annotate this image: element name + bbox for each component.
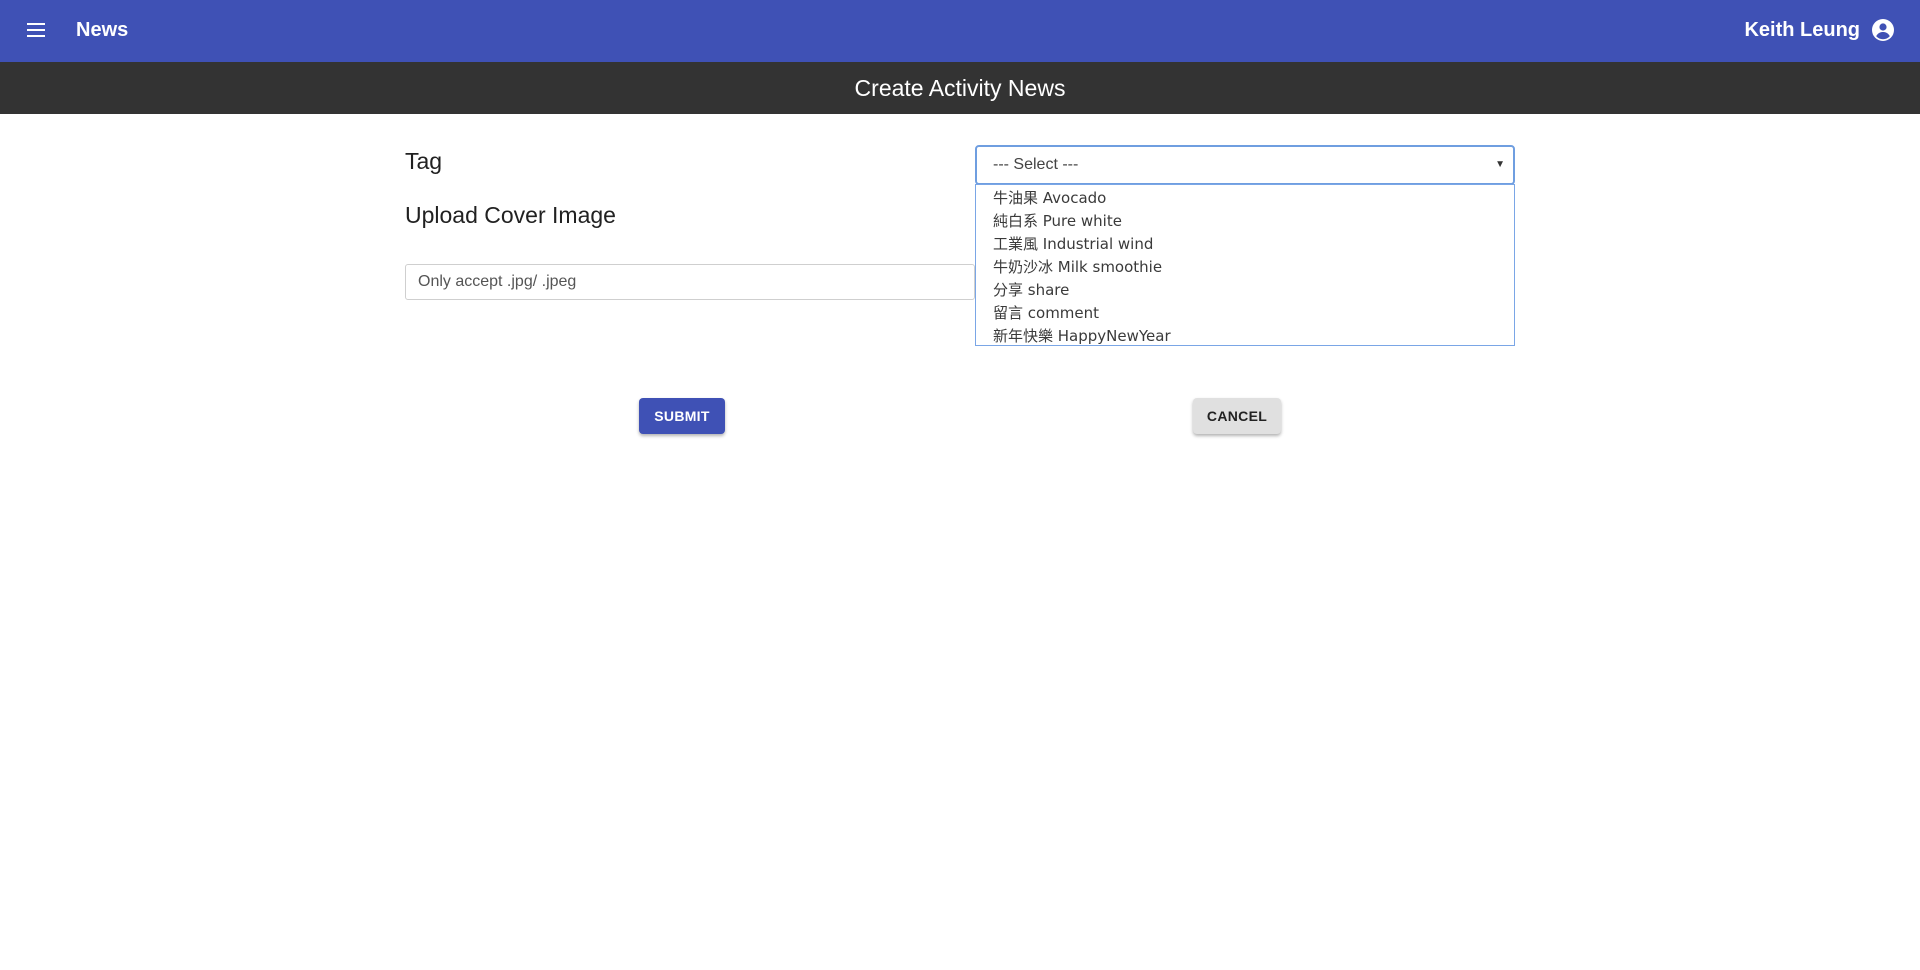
tag-option-pure-white[interactable]: 純白系 Pure white bbox=[976, 210, 1514, 233]
tag-option-comment[interactable]: 留言 comment bbox=[976, 302, 1514, 325]
menu-icon bbox=[27, 23, 45, 37]
tag-option-avocado[interactable]: 牛油果 Avocado bbox=[976, 187, 1514, 210]
user-name: Keith Leung bbox=[1744, 19, 1860, 41]
user-menu[interactable]: Keith Leung bbox=[1744, 16, 1896, 44]
tag-option-industrial-wind[interactable]: 工業風 Industrial wind bbox=[976, 233, 1514, 256]
tag-option-share[interactable]: 分享 share bbox=[976, 279, 1514, 302]
app-bar: News Keith Leung bbox=[0, 0, 1920, 62]
submit-button[interactable]: SUBMIT bbox=[639, 398, 725, 434]
tag-option-happy-new-year[interactable]: 新年快樂 HappyNewYear bbox=[976, 325, 1514, 348]
cancel-button[interactable]: CANCEL bbox=[1193, 398, 1281, 434]
cover-image-file-input[interactable]: Only accept .jpg/ .jpeg bbox=[405, 264, 975, 300]
app-title: News bbox=[76, 19, 129, 41]
tag-dropdown-list: 牛油果 Avocado 純白系 Pure white 工業風 Industria… bbox=[975, 184, 1515, 346]
account-circle-icon[interactable] bbox=[1870, 17, 1896, 43]
page-header-bar: Create Activity News bbox=[0, 62, 1920, 114]
tag-select-value: --- Select --- bbox=[993, 156, 1079, 173]
file-input-placeholder: Only accept .jpg/ .jpeg bbox=[418, 273, 577, 290]
tag-select[interactable]: --- Select --- ▼ bbox=[975, 145, 1515, 185]
page-title: Create Activity News bbox=[854, 75, 1066, 101]
menu-button[interactable] bbox=[18, 12, 54, 48]
tag-option-milk-smoothie[interactable]: 牛奶沙冰 Milk smoothie bbox=[976, 256, 1514, 279]
tag-label: Tag bbox=[405, 148, 443, 174]
dropdown-arrow-icon: ▼ bbox=[1495, 159, 1505, 170]
upload-cover-image-label: Upload Cover Image bbox=[405, 202, 616, 228]
